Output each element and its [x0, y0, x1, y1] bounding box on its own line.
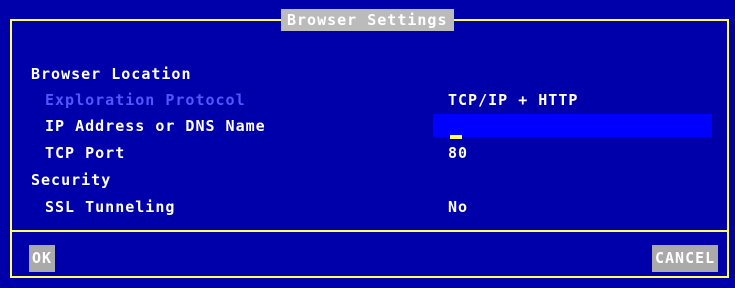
- tcp-port-label: TCP Port: [45, 144, 126, 162]
- section-security: Security: [31, 171, 112, 189]
- section-browser-location: Browser Location: [31, 65, 192, 83]
- ssl-tunneling-label: SSL Tunneling: [45, 198, 176, 216]
- button-divider: [12, 230, 727, 232]
- ip-address-label: IP Address or DNS Name: [45, 117, 266, 135]
- dialog-title: Browser Settings: [281, 9, 454, 31]
- tcp-port-value[interactable]: 80: [448, 143, 468, 163]
- ok-button[interactable]: OK: [29, 245, 56, 272]
- cancel-button[interactable]: CANCEL: [652, 245, 719, 272]
- text-cursor: [450, 135, 462, 139]
- ip-address-input[interactable]: [433, 114, 712, 137]
- ssl-tunneling-value[interactable]: No: [448, 197, 468, 217]
- exploration-protocol-value[interactable]: TCP/IP + HTTP: [448, 90, 578, 110]
- settings-screen: Browser Settings Browser Location Explor…: [0, 0, 735, 288]
- exploration-protocol-label: Exploration Protocol: [45, 91, 246, 109]
